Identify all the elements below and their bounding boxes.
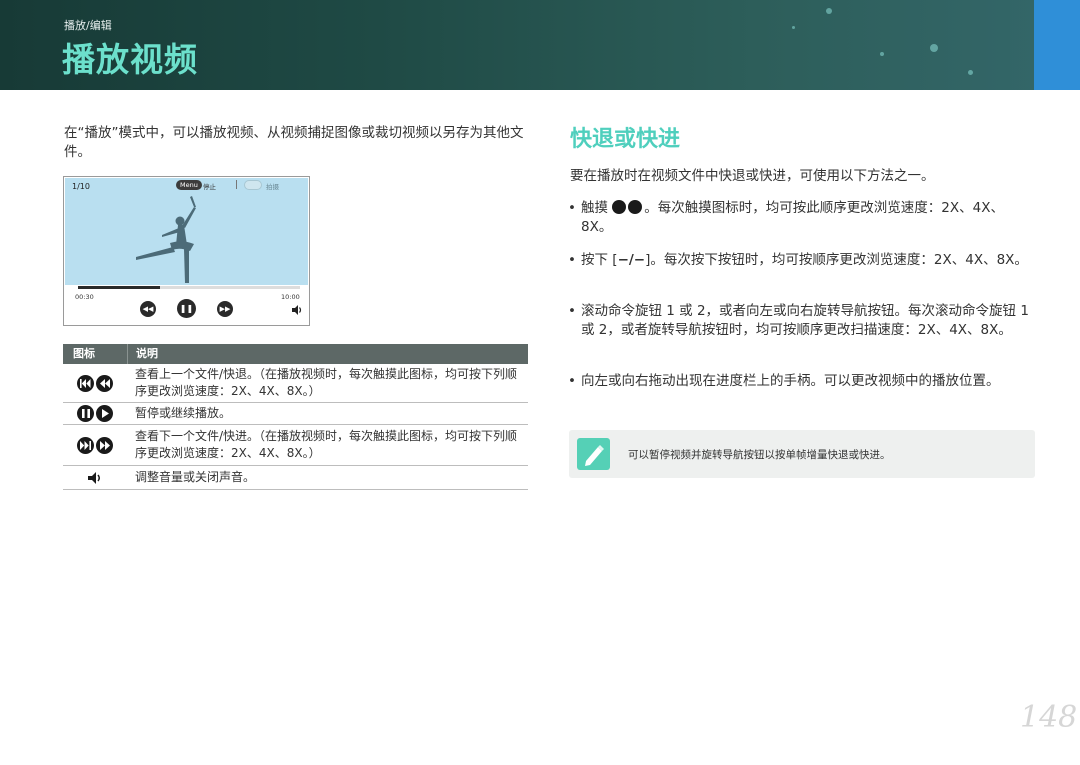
- bullet-item: • 滚动命令旋钮 1 或 2，或者向左或向右旋转导航按钮。每次滚动命令旋钮 1 …: [568, 302, 1029, 362]
- fast-forward-icon: [628, 200, 643, 214]
- capture-label: 拍摄: [266, 183, 279, 191]
- decor-dot: [968, 70, 973, 75]
- header-banner: 播放/编辑 播放视频: [0, 0, 1080, 90]
- table-row: 暂停或继续播放。: [63, 403, 528, 425]
- bullet-suffix: ]。每次按下按钮时，均可按顺序更改浏览速度：2X、4X、8X。: [645, 252, 1028, 268]
- file-counter: 1/10: [72, 182, 90, 191]
- fast-forward-icon: ▶▶: [217, 301, 233, 317]
- section-intro: 要在播放时在视频文件中快退或快进，可使用以下方法之一。: [570, 168, 935, 184]
- row-icons: [63, 403, 127, 424]
- note-box: 可以暂停视频并旋转导航按钮以按单帧增量快退或快进。: [569, 430, 1035, 478]
- decor-dot: [880, 52, 884, 56]
- column-header-description: 说明: [127, 344, 528, 364]
- bullet-text: 向左或向右拖动出现在进度栏上的手柄。可以更改视频中的播放位置。: [581, 373, 1000, 389]
- bullet-dot: •: [568, 303, 576, 319]
- divider: [236, 180, 237, 189]
- table-row: 调整音量或关闭声音。: [63, 466, 528, 490]
- dancer-silhouette: [136, 196, 196, 283]
- volume-icon: [88, 471, 100, 484]
- row-icons: [63, 466, 127, 489]
- chapter-tab[interactable]: [1034, 0, 1080, 90]
- progress-track: [78, 286, 300, 289]
- bullet-item: • 触摸 。每次触摸图标时，均可按此顺序更改浏览速度：2X、4X、8X。: [568, 199, 1026, 239]
- row-description: 查看下一个文件/快进。（在播放视频时，每次触摸此图标，均可按下列顺序更改浏览速度…: [135, 429, 518, 460]
- bullet-item: • 向左或向右拖动出现在进度栏上的手柄。可以更改视频中的播放位置。: [568, 372, 1026, 412]
- table-header: 图标 说明: [63, 344, 528, 364]
- bullet-text: 滚动命令旋钮 1 或 2，或者向左或向右旋转导航按钮。每次滚动命令旋钮 1 或 …: [581, 303, 1029, 338]
- skip-back-icon: [77, 374, 94, 392]
- decor-dot: [826, 8, 832, 14]
- pencil-icon: [585, 445, 604, 466]
- bullet-dot: •: [568, 252, 576, 268]
- rewind-icon: [96, 374, 113, 392]
- table-row: 查看下一个文件/快进。（在播放视频时，每次触摸此图标，均可按下列顺序更改浏览速度…: [63, 425, 528, 466]
- menu-button: Menu: [176, 180, 202, 190]
- page-title: 播放视频: [62, 40, 198, 79]
- row-description: 暂停或继续播放。: [135, 406, 232, 420]
- table-row: 查看上一个文件/快退。（在播放视频时，每次触摸此图标，均可按下列顺序更改浏览速度…: [63, 364, 528, 403]
- note-text: 可以暂停视频并旋转导航按钮以按单帧增量快退或快进。: [628, 449, 891, 461]
- pause-icon: ❚❚: [177, 299, 196, 318]
- stop-label: 停止: [203, 183, 216, 191]
- note-badge: [577, 438, 610, 470]
- row-icons: [63, 425, 127, 465]
- bullet-prefix: 触摸: [581, 200, 608, 216]
- playback-screen-illustration: 1/10 Menu 停止 拍摄 00:30 10:00 ◀◀ ❚❚ ▶▶: [63, 176, 310, 326]
- rewind-icon: [612, 200, 627, 214]
- key-label: −/−: [617, 252, 646, 268]
- fast-forward-icon: [96, 436, 113, 454]
- bullet-dot: •: [568, 200, 576, 216]
- bullet-item: • 按下 [−/−]。每次按下按钮时，均可按顺序更改浏览速度：2X、4X、8X。: [568, 251, 1028, 291]
- decor-dot: [792, 26, 795, 29]
- bullet-prefix: 按下 [: [581, 252, 618, 268]
- breadcrumb[interactable]: 播放/编辑: [64, 17, 112, 33]
- total-time: 10:00: [281, 293, 300, 301]
- bullet-suffix: 。每次触摸图标时，均可按此顺序更改浏览速度：2X、4X、8X。: [581, 200, 1004, 235]
- elapsed-time: 00:30: [75, 293, 94, 301]
- bullet-dot: •: [568, 373, 576, 389]
- rewind-icon: ◀◀: [140, 301, 156, 317]
- play-icon: [96, 405, 113, 422]
- page-number: 148: [1020, 700, 1078, 735]
- bullet-text: 按下 [−/−]。每次按下按钮时，均可按顺序更改浏览速度：2X、4X、8X。: [581, 251, 1031, 270]
- intro-text: 在“播放”模式中，可以播放视频、从视频捕捉图像或裁切视频以另存为其他文件。: [64, 125, 524, 160]
- row-description: 调整音量或关闭声音。: [135, 470, 256, 484]
- volume-icon: [292, 305, 302, 315]
- icon-table: 图标 说明 查看上一个文件/快退。（在播放视频时，每次触摸此图标，均可按下列顺序…: [63, 344, 528, 490]
- bullet-text: 触摸 。每次触摸图标时，均可按此顺序更改浏览速度：2X、4X、8X。: [581, 199, 1031, 237]
- section-title: 快退或快进: [570, 127, 681, 152]
- column-header-icon: 图标: [73, 347, 95, 360]
- row-icons: [63, 364, 127, 402]
- progress-fill: [78, 286, 161, 289]
- row-description: 查看上一个文件/快退。（在播放视频时，每次触摸此图标，均可按下列顺序更改浏览速度…: [135, 367, 518, 398]
- capture-button: [244, 180, 262, 190]
- skip-forward-icon: [77, 436, 94, 454]
- decor-dot: [930, 44, 938, 52]
- pause-icon: [77, 405, 94, 422]
